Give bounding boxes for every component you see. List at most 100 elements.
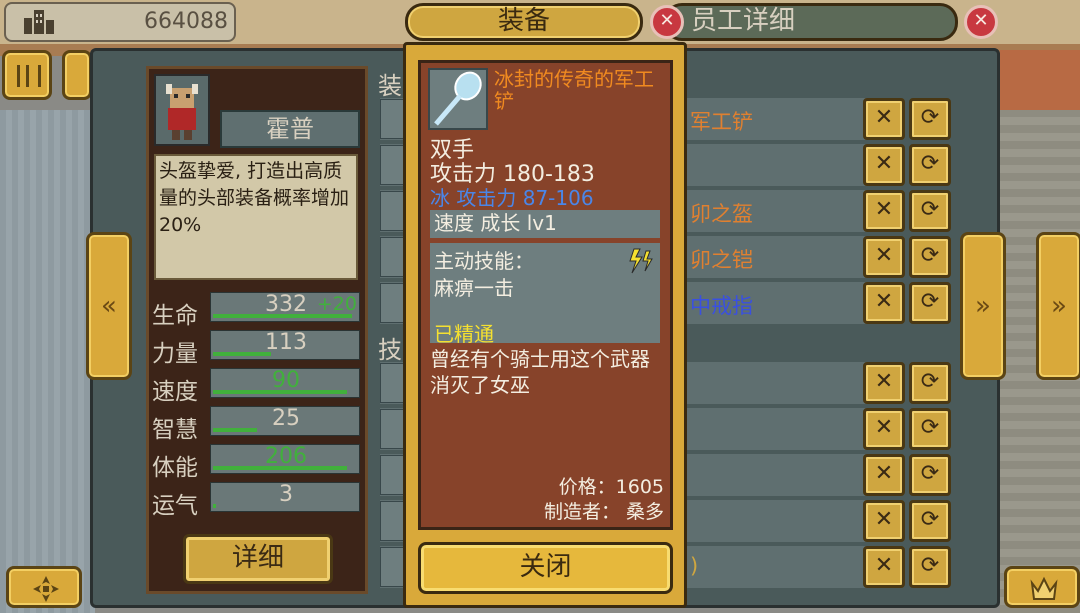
stat-stamina: 206 <box>210 444 360 474</box>
world-background-floor-left <box>0 110 95 613</box>
unequip-button[interactable]: ✕ <box>863 144 905 186</box>
cross-icon: ✕ <box>874 151 894 176</box>
double-chevron-right-icon: » <box>975 291 991 321</box>
previous-staff-button[interactable]: « <box>86 232 132 380</box>
item-skill-mastery: 已精通 <box>434 322 494 346</box>
tab-staff-detail[interactable]: 员工详细 <box>664 3 958 41</box>
swap-icon: ⟳ <box>920 151 940 176</box>
character-portrait <box>154 74 210 146</box>
stat-speed: 90 <box>210 368 360 398</box>
swap-icon: ⟳ <box>920 197 940 222</box>
item-name: 冰封的传奇的军工铲 <box>494 67 654 113</box>
move-button[interactable] <box>6 566 82 608</box>
swap-icon: ⟳ <box>920 461 940 486</box>
stat-bar <box>213 390 347 394</box>
stat-label-stamina: 体能 <box>152 455 198 481</box>
swap-button[interactable]: ⟳ <box>909 546 951 588</box>
close-staff-detail-button[interactable]: ✕ <box>964 5 998 39</box>
swap-button[interactable]: ⟳ <box>909 500 951 542</box>
unequip-button[interactable]: ✕ <box>863 236 905 278</box>
unequip-button[interactable]: ✕ <box>863 282 905 324</box>
character-trait-description: 头盔挚爱, 打造出高质量的头部装备概率增加20% <box>154 154 358 280</box>
equipment-row-name: 卯之铠 <box>690 248 753 272</box>
stat-strength: 113 <box>210 330 360 360</box>
unequip-button[interactable]: ✕ <box>863 546 905 588</box>
unequip-button[interactable]: ✕ <box>863 98 905 140</box>
building-icon <box>22 8 56 36</box>
swap-icon: ⟳ <box>920 289 940 314</box>
item-maker: 制造者： 桑多 <box>543 501 664 523</box>
tab-staff-detail-label: 员工详细 <box>691 6 796 36</box>
swap-icon: ⟳ <box>920 507 940 532</box>
swap-button[interactable]: ⟳ <box>909 144 951 186</box>
character-name: 霍普 <box>220 110 360 148</box>
cross-icon: ✕ <box>874 105 894 130</box>
item-skill-title: 主动技能： <box>434 249 534 273</box>
close-equip-button[interactable]: ✕ <box>650 5 684 39</box>
swap-button[interactable]: ⟳ <box>909 454 951 496</box>
cross-icon: ✕ <box>874 461 894 486</box>
stat-label-strength: 力量 <box>152 341 198 367</box>
pause-button[interactable] <box>2 50 52 100</box>
equipment-row-name: 卯之盔 <box>690 202 753 226</box>
stat-bonus: +20 <box>316 293 357 315</box>
unequip-button[interactable]: ✕ <box>863 190 905 232</box>
item-flavor-text: 曾经有个骑士用这个武器消灭了女巫 <box>430 347 650 397</box>
cross-icon: ✕ <box>874 415 894 440</box>
stat-label-speed: 速度 <box>152 379 198 405</box>
cross-icon: ✕ <box>874 553 894 578</box>
swap-button[interactable]: ⟳ <box>909 282 951 324</box>
stat-hp: 332 +20 <box>210 292 360 322</box>
close-button[interactable]: 关闭 <box>418 542 673 594</box>
cross-icon: ✕ <box>874 289 894 314</box>
crown-icon <box>1030 576 1058 600</box>
stat-wisdom: 25 <box>210 406 360 436</box>
swap-icon: ⟳ <box>920 553 940 578</box>
tab-equip-label: 装备 <box>497 6 550 36</box>
item-ice-attack: 冰 攻击力 87-106 <box>430 186 594 210</box>
unequip-button[interactable]: ✕ <box>863 500 905 542</box>
item-skill-name: 麻痹一击 <box>434 276 514 300</box>
stat-label-luck: 运气 <box>152 493 198 519</box>
item-speed-growth: 速度 成长 lv1 <box>430 210 660 238</box>
swap-icon: ⟳ <box>920 243 940 268</box>
swap-button[interactable]: ⟳ <box>909 236 951 278</box>
swap-icon: ⟳ <box>920 105 940 130</box>
item-price: 价格：1605 <box>558 476 664 498</box>
tab-equip[interactable]: 装备 <box>405 3 643 41</box>
cross-icon: ✕ <box>874 243 894 268</box>
unequip-button[interactable]: ✕ <box>863 454 905 496</box>
stat-bar <box>213 504 216 508</box>
swap-button[interactable]: ⟳ <box>909 408 951 450</box>
shovel-icon <box>434 71 482 126</box>
stat-value: 3 <box>279 482 293 507</box>
stat-luck: 3 <box>210 482 360 512</box>
lightning-icon <box>626 247 654 275</box>
double-chevron-right-icon: » <box>1051 291 1067 321</box>
swap-icon: ⟳ <box>920 369 940 394</box>
skill-row-name: ) <box>690 554 699 578</box>
stat-bar <box>213 466 347 470</box>
ranking-button[interactable] <box>1004 566 1080 608</box>
unequip-button[interactable]: ✕ <box>863 408 905 450</box>
next-staff-button[interactable]: » <box>1036 232 1080 380</box>
stat-bar <box>213 314 352 318</box>
swap-button[interactable]: ⟳ <box>909 190 951 232</box>
next-page-button[interactable]: » <box>960 232 1006 380</box>
detail-button[interactable]: 详细 <box>183 534 333 584</box>
close-icon: ✕ <box>659 10 675 31</box>
close-icon: ✕ <box>973 10 989 31</box>
cross-icon: ✕ <box>874 197 894 222</box>
compass-icon <box>33 576 59 602</box>
equipment-row-name: 中戒指 <box>690 294 753 318</box>
menu-tab-button[interactable] <box>62 50 92 100</box>
stat-label-hp: 生命 <box>152 303 198 329</box>
swap-icon: ⟳ <box>920 415 940 440</box>
unequip-button[interactable]: ✕ <box>863 362 905 404</box>
stat-bar <box>213 428 257 432</box>
item-icon <box>428 68 488 130</box>
stat-bar <box>213 352 271 356</box>
swap-button[interactable]: ⟳ <box>909 98 951 140</box>
stat-label-wisdom: 智慧 <box>152 417 198 443</box>
swap-button[interactable]: ⟳ <box>909 362 951 404</box>
